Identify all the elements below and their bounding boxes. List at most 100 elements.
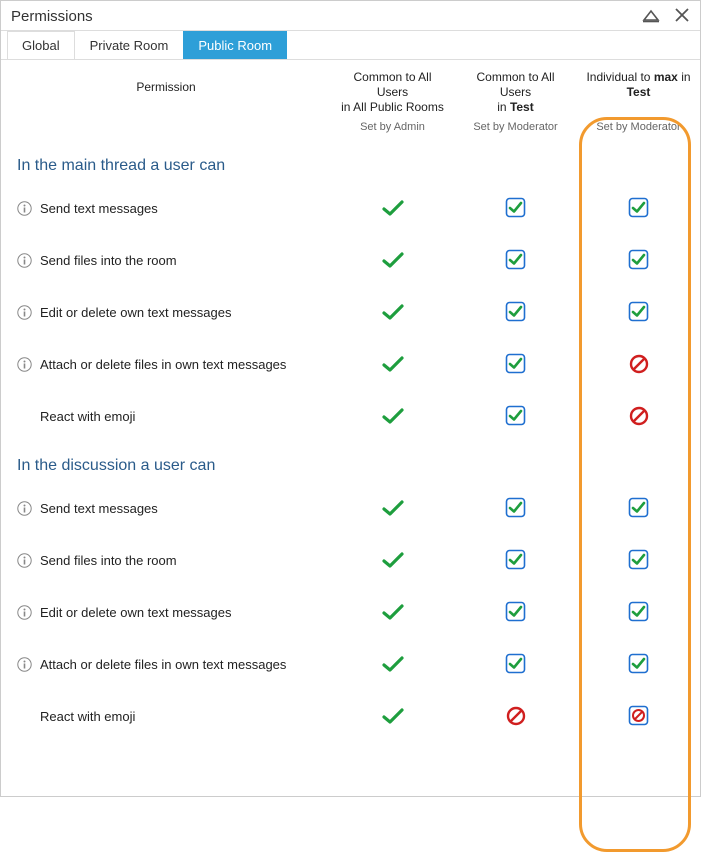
cell-col1 xyxy=(331,183,454,235)
checkbox-checked-icon[interactable] xyxy=(628,601,649,622)
checkbox-checked-icon[interactable] xyxy=(505,601,526,622)
permission-row: Edit or delete own text messages xyxy=(1,587,700,639)
cell-col3 xyxy=(577,235,700,287)
col-header-all-rooms: Common to All Users in All Public Rooms xyxy=(331,60,454,117)
section-title: In the main thread a user can xyxy=(1,143,700,183)
permission-label-wrap: Send text messages xyxy=(7,500,325,518)
col2-subheader: Set by Moderator xyxy=(454,117,577,143)
cell-col1 xyxy=(331,639,454,691)
section-header: In the discussion a user can xyxy=(1,443,700,483)
permission-label: Attach or delete files in own text messa… xyxy=(40,656,286,674)
checkmark-icon xyxy=(382,707,404,725)
checkmark-icon xyxy=(382,603,404,621)
checkbox-checked-icon[interactable] xyxy=(628,301,649,322)
checkmark-icon xyxy=(382,251,404,269)
cell-col3 xyxy=(577,287,700,339)
checkbox-checked-icon[interactable] xyxy=(628,249,649,270)
tab-private-room[interactable]: Private Room xyxy=(75,31,184,59)
cell-col3 xyxy=(577,639,700,691)
prohibited-icon xyxy=(629,406,649,426)
permissions-table: Permission Common to All Users in All Pu… xyxy=(1,60,700,743)
permission-row: Send text messages xyxy=(1,483,700,535)
checkbox-checked-icon[interactable] xyxy=(505,353,526,374)
permission-label: React with emoji xyxy=(40,708,135,726)
checkbox-checked-icon[interactable] xyxy=(505,405,526,426)
checkbox-checked-icon[interactable] xyxy=(505,197,526,218)
table-header-row: Permission Common to All Users in All Pu… xyxy=(1,60,700,117)
cell-col2 xyxy=(454,639,577,691)
checkmark-icon xyxy=(382,355,404,373)
permission-label-wrap: React with emoji xyxy=(7,408,325,426)
window-controls xyxy=(642,7,690,26)
checkbox-checked-icon[interactable] xyxy=(628,549,649,570)
tab-public-room[interactable]: Public Room xyxy=(183,31,287,59)
info-icon[interactable] xyxy=(17,657,32,672)
cell-col3 xyxy=(577,483,700,535)
checkbox-checked-icon[interactable] xyxy=(628,497,649,518)
cell-col1 xyxy=(331,691,454,743)
cell-col2 xyxy=(454,183,577,235)
permission-label-wrap: Edit or delete own text messages xyxy=(7,304,325,322)
permission-label: Send text messages xyxy=(40,200,158,218)
cell-col2 xyxy=(454,691,577,743)
permission-label: Send text messages xyxy=(40,500,158,518)
permission-row: React with emoji xyxy=(1,391,700,443)
col3-subheader: Set by Moderator xyxy=(577,117,700,143)
info-icon[interactable] xyxy=(17,605,32,620)
permission-label-wrap: Attach or delete files in own text messa… xyxy=(7,356,325,374)
checkbox-checked-icon[interactable] xyxy=(505,497,526,518)
cell-col3 xyxy=(577,183,700,235)
checkbox-checked-icon[interactable] xyxy=(628,653,649,674)
cell-col2 xyxy=(454,483,577,535)
cell-col2 xyxy=(454,235,577,287)
checkbox-checked-icon[interactable] xyxy=(628,197,649,218)
permission-row: Send files into the room xyxy=(1,235,700,287)
checkbox-checked-icon[interactable] xyxy=(505,549,526,570)
checkbox-checked-icon[interactable] xyxy=(505,653,526,674)
table-subheader-row: Set by Admin Set by Moderator Set by Mod… xyxy=(1,117,700,143)
tab-global[interactable]: Global xyxy=(7,31,75,59)
checkmark-icon xyxy=(382,407,404,425)
checkmark-icon xyxy=(382,655,404,673)
cell-col1 xyxy=(331,235,454,287)
window-title: Permissions xyxy=(11,8,93,25)
info-icon[interactable] xyxy=(17,553,32,568)
checkmark-icon xyxy=(382,551,404,569)
permission-label-wrap: Attach or delete files in own text messa… xyxy=(7,656,325,674)
cell-col3 xyxy=(577,587,700,639)
permission-label-wrap: React with emoji xyxy=(7,708,325,726)
col-header-room: Common to All Users in Test xyxy=(454,60,577,117)
prohibited-icon xyxy=(506,706,526,726)
permission-row: Edit or delete own text messages xyxy=(1,287,700,339)
cell-col2 xyxy=(454,339,577,391)
close-icon[interactable] xyxy=(674,7,690,26)
info-icon[interactable] xyxy=(17,357,32,372)
info-icon[interactable] xyxy=(17,501,32,516)
permission-row: Attach or delete files in own text messa… xyxy=(1,639,700,691)
checkbox-checked-icon[interactable] xyxy=(505,301,526,322)
cell-col2 xyxy=(454,391,577,443)
info-icon[interactable] xyxy=(17,201,32,216)
section-header: In the main thread a user can xyxy=(1,143,700,183)
checkbox-prohibited-icon[interactable] xyxy=(628,705,649,726)
info-icon[interactable] xyxy=(17,253,32,268)
permission-row: Attach or delete files in own text messa… xyxy=(1,339,700,391)
permission-row: Send files into the room xyxy=(1,535,700,587)
cell-col1 xyxy=(331,391,454,443)
col-header-individual: Individual to max in Test xyxy=(577,60,700,117)
checkmark-icon xyxy=(382,303,404,321)
minimize-icon[interactable] xyxy=(642,7,660,26)
cell-col3 xyxy=(577,391,700,443)
cell-col1 xyxy=(331,587,454,639)
section-title: In the discussion a user can xyxy=(1,443,700,483)
cell-col1 xyxy=(331,287,454,339)
cell-col1 xyxy=(331,535,454,587)
permission-label-wrap: Send files into the room xyxy=(7,552,325,570)
checkbox-checked-icon[interactable] xyxy=(505,249,526,270)
cell-col2 xyxy=(454,287,577,339)
info-icon[interactable] xyxy=(17,305,32,320)
cell-col1 xyxy=(331,483,454,535)
permission-label: Edit or delete own text messages xyxy=(40,304,232,322)
col-header-permission: Permission xyxy=(1,60,331,117)
cell-col2 xyxy=(454,587,577,639)
